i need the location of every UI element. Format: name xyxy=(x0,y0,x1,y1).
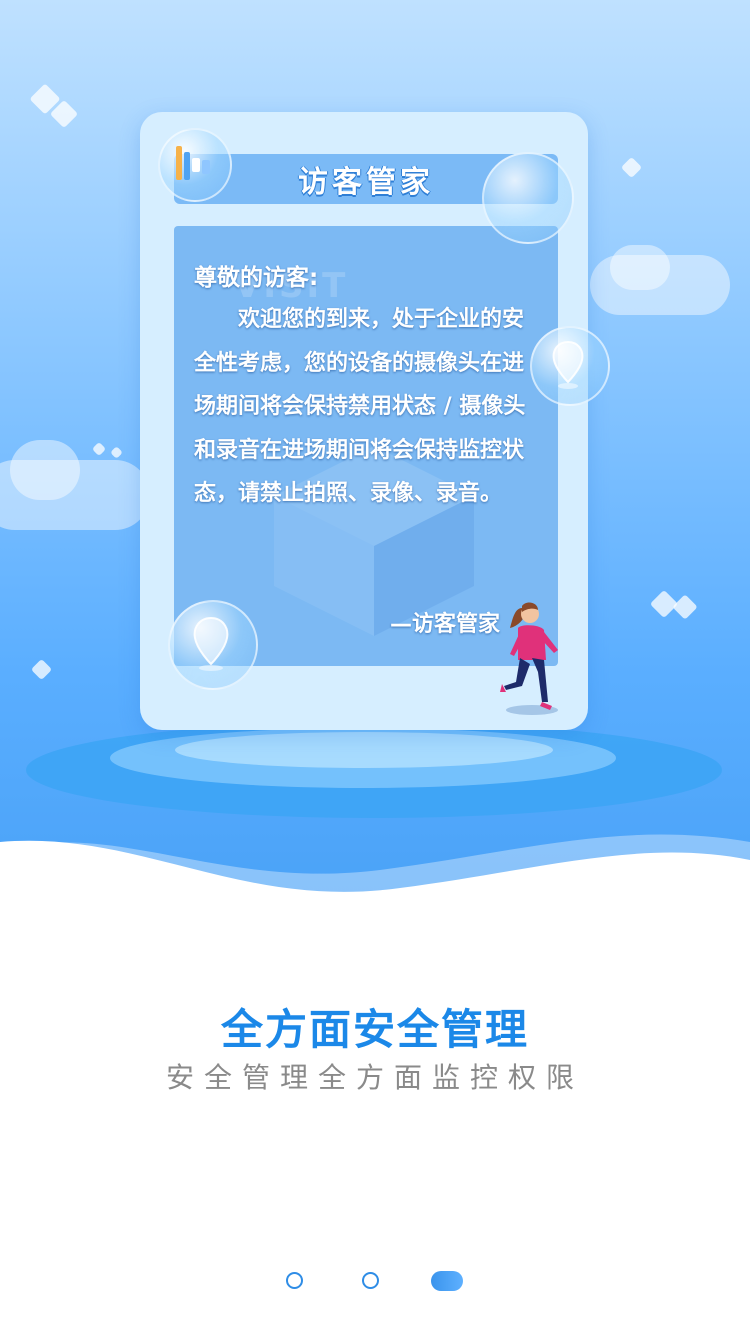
bar-logo-icon xyxy=(176,146,210,180)
diamond-deco xyxy=(620,156,643,179)
feature-subline: 安全管理全方面监控权限 xyxy=(165,1061,584,1094)
page-indicator xyxy=(0,1270,750,1294)
location-pin-icon xyxy=(193,616,229,671)
greeting-text: 尊敬的访客: xyxy=(194,265,319,291)
logo-bubble xyxy=(158,128,232,202)
walking-person-illustration xyxy=(500,602,558,715)
diamond-deco xyxy=(110,446,123,459)
location-pin-icon xyxy=(552,340,584,389)
platform-inner xyxy=(175,732,553,768)
notice-body: 欢迎您的到来，处于企业的安全性考虑，您的设备的摄像头在进场期间将会保持禁用状态 … xyxy=(194,307,526,506)
page-dot-3-active[interactable] xyxy=(431,1271,463,1291)
bubble-deco xyxy=(482,152,574,244)
page-dot-2[interactable] xyxy=(362,1272,379,1289)
cloud-left-top xyxy=(10,440,80,500)
page-dot-1[interactable] xyxy=(286,1272,303,1289)
pin-bubble-bottom xyxy=(168,600,258,690)
diamond-deco xyxy=(30,658,53,681)
pin-bubble xyxy=(530,326,610,406)
wave-divider xyxy=(0,834,750,900)
diamond-deco xyxy=(672,594,698,620)
onboarding-page: 访客管家 VISIT 尊敬的访客: 欢迎您的到来，处于企业的安全性考虑，您的设备… xyxy=(0,0,750,1334)
signature-text: —访客管家 xyxy=(390,612,501,637)
diamond-deco xyxy=(91,441,107,457)
feature-headline: 全方面安全管理 xyxy=(220,1005,529,1054)
cloud-right-top xyxy=(610,245,670,290)
